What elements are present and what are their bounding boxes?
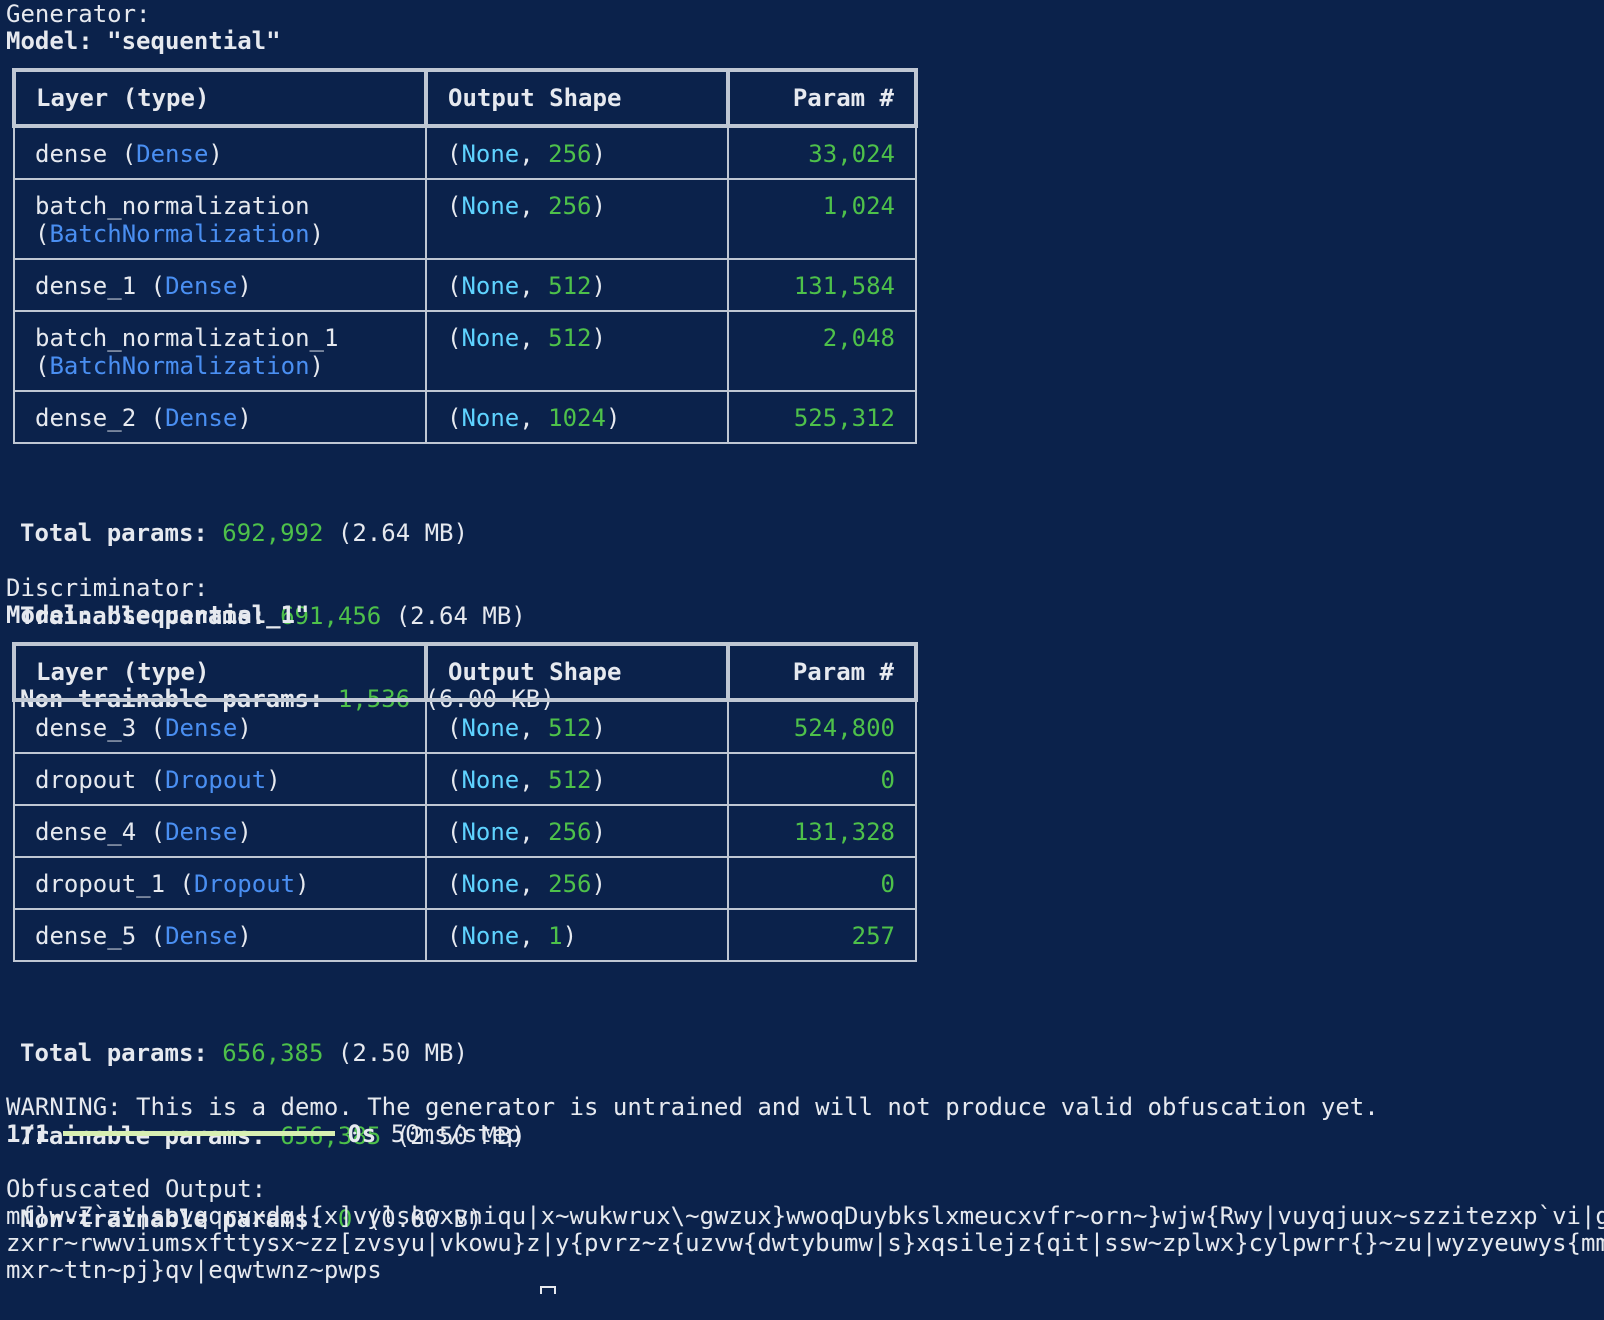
param-count: 524,800 — [727, 699, 917, 754]
header-output-shape: Output Shape — [424, 642, 730, 702]
param-count: 0 — [727, 856, 917, 910]
shape-dim: 1 — [548, 922, 563, 950]
table-row: dropout_1 (Dropout) (None, 256) 0 — [13, 856, 917, 910]
table-header-row: Layer (type) Output Shape Param # — [12, 642, 918, 702]
generator-layer-table: Layer (type) Output Shape Param # dense … — [12, 68, 918, 444]
param-count: 33,024 — [727, 125, 917, 180]
layer-name: dense_4 — [35, 818, 137, 846]
shape-none: None — [461, 324, 520, 352]
shape-none: None — [461, 870, 520, 898]
output-heading: Obfuscated Output: — [6, 1175, 267, 1203]
table-row: dense_4 (Dense) (None, 256) 131,328 — [13, 804, 917, 858]
table-row: batch_normalization_1 (BatchNormalization… — [13, 310, 917, 392]
header-layer-type: Layer (type) — [12, 642, 428, 702]
layer-name: dense_5 — [35, 922, 137, 950]
shape-none: None — [461, 272, 520, 300]
param-count: 0 — [727, 752, 917, 806]
layer-type: Dense — [165, 714, 238, 742]
total-params-line: Total params: 656,385 (2.50 MB) — [20, 1039, 468, 1067]
layer-type: Dense — [165, 922, 238, 950]
table-row: batch_normalization (BatchNormalization) … — [13, 178, 917, 260]
layer-type: Dense — [165, 404, 238, 432]
layer-name: dropout_1 — [35, 870, 166, 898]
discriminator-layer-table: Layer (type) Output Shape Param # dense_… — [12, 642, 918, 962]
layer-type: Dense — [165, 272, 238, 300]
layer-name: dense_2 — [35, 404, 137, 432]
shape-dim: 256 — [548, 192, 592, 220]
layer-type: Dense — [136, 140, 209, 168]
header-output-shape: Output Shape — [424, 68, 730, 128]
layer-name: dropout — [35, 766, 137, 794]
progress-line: 1/1 0s 50ms/step — [6, 1120, 521, 1148]
table-row: dense_2 (Dense) (None, 1024) 525,312 — [13, 390, 917, 444]
layer-type: Dropout — [193, 870, 296, 898]
shape-none: None — [461, 404, 520, 432]
terminal-window[interactable]: Generator: Model: "sequential" Layer (ty… — [0, 0, 1604, 1320]
param-count: 131,328 — [727, 804, 917, 858]
shape-none: None — [461, 192, 520, 220]
shape-dim: 1024 — [548, 404, 606, 432]
progress-step: 1/1 — [6, 1120, 50, 1148]
param-count: 1,024 — [727, 178, 917, 260]
output-line: zxrr~rwwviumsxfttysx~zz[zvsyu|vkowu}z|y{… — [6, 1229, 1604, 1257]
shape-dim: 256 — [548, 140, 592, 168]
discriminator-model-line: Model: "sequential_1" — [6, 601, 310, 629]
param-count: 131,584 — [727, 258, 917, 312]
shape-none: None — [461, 922, 520, 950]
table-row: dense_1 (Dense) (None, 512) 131,584 — [13, 258, 917, 312]
table-row: dense (Dense) (None, 256) 33,024 — [13, 125, 917, 180]
layer-name: dense_3 — [35, 714, 137, 742]
header-layer-type: Layer (type) — [12, 68, 428, 128]
layer-name: batch_normalization — [35, 192, 310, 220]
terminal-cursor — [540, 1286, 556, 1294]
layer-name: batch_normalization_1 — [35, 324, 339, 352]
discriminator-heading: Discriminator: — [6, 574, 209, 602]
param-count: 257 — [727, 908, 917, 962]
layer-type: BatchNormalization — [49, 352, 310, 380]
shape-dim: 512 — [548, 766, 592, 794]
total-params-line: Total params: 692,992 (2.64 MB) — [20, 519, 468, 547]
shape-none: None — [461, 140, 520, 168]
output-line: mxr~ttn~pj}qv|eqwtwnz~pwps — [6, 1256, 382, 1284]
shape-none: None — [461, 818, 520, 846]
table-row: dense_3 (Dense) (None, 512) 524,800 — [13, 699, 917, 754]
table-row: dense_5 (Dense) (None, 1) 257 — [13, 908, 917, 962]
shape-none: None — [461, 766, 520, 794]
table-header-row: Layer (type) Output Shape Param # — [12, 68, 918, 128]
generator-heading: Generator: — [6, 0, 151, 28]
shape-dim: 512 — [548, 714, 592, 742]
layer-type: BatchNormalization — [49, 220, 310, 248]
warning-message: WARNING: This is a demo. The generator i… — [6, 1093, 1379, 1121]
table-row: dropout (Dropout) (None, 512) 0 — [13, 752, 917, 806]
shape-dim: 256 — [548, 870, 592, 898]
shape-dim: 512 — [548, 324, 592, 352]
shape-none: None — [461, 714, 520, 742]
progress-bar — [63, 1130, 336, 1136]
generator-model-line: Model: "sequential" — [6, 27, 281, 55]
shape-dim: 256 — [548, 818, 592, 846]
layer-type: Dropout — [165, 766, 267, 794]
shape-dim: 512 — [548, 272, 592, 300]
param-count: 2,048 — [727, 310, 917, 392]
layer-type: Dense — [165, 818, 238, 846]
output-line: mf}wvZ`zv|soyqqrvxdq|{x]vylskwxvniqu|x~w… — [6, 1202, 1604, 1230]
param-count: 525,312 — [727, 390, 917, 444]
progress-rate: 50ms/step — [390, 1120, 521, 1148]
header-param-count: Param # — [726, 642, 918, 702]
header-param-count: Param # — [726, 68, 918, 128]
layer-name: dense_1 — [35, 272, 137, 300]
layer-name: dense — [35, 140, 108, 168]
progress-time: 0s — [347, 1120, 377, 1148]
